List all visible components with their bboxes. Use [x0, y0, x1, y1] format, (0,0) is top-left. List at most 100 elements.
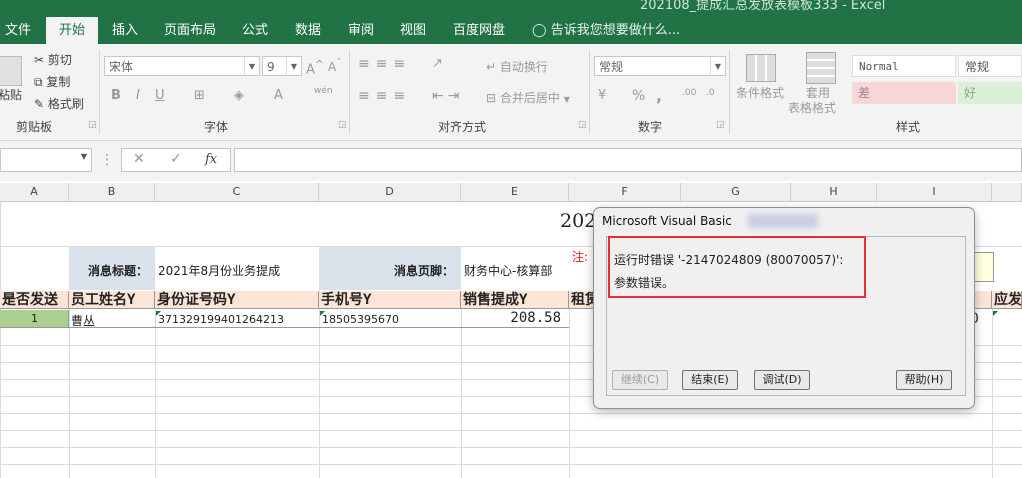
chevron-down-icon: ▼	[710, 57, 725, 75]
grid-icon	[746, 54, 776, 82]
tab-review[interactable]: 审阅	[340, 17, 382, 44]
percent-button[interactable]: %	[632, 88, 645, 104]
header-cell-send[interactable]: 是否发送	[0, 291, 69, 309]
grid-line	[0, 201, 1, 478]
number-launcher-icon[interactable]: ◲	[716, 120, 725, 130]
continue-button[interactable]: 继续(C)	[612, 370, 668, 390]
paste-button[interactable]: 粘贴	[0, 86, 22, 103]
header-cell-phone[interactable]: 手机号Y	[319, 291, 461, 309]
column-header[interactable]: A	[0, 183, 69, 201]
dialog-title: Microsoft Visual Basic	[602, 214, 732, 228]
name-box[interactable]: ▼	[0, 148, 92, 172]
column-header[interactable]: D	[319, 183, 461, 201]
column-header[interactable]: E	[461, 183, 569, 201]
increase-decimal-icon[interactable]: .00	[682, 88, 696, 98]
grid-line	[992, 291, 993, 478]
font-grow-icon[interactable]: A^	[306, 58, 324, 77]
underline-button[interactable]: U	[155, 88, 165, 103]
employee-name-cell[interactable]: 曹丛	[71, 312, 95, 329]
row-seq: 1	[31, 312, 38, 325]
font-size-combo[interactable]: 9 ▼	[262, 56, 302, 76]
column-header[interactable]: B	[69, 183, 155, 201]
conditional-format-button[interactable]: 条件格式	[736, 84, 784, 101]
format-painter-button[interactable]: ✎ 格式刷	[34, 95, 84, 112]
style-good[interactable]: 好	[958, 82, 1022, 104]
lightbulb-icon: ◯	[532, 23, 547, 38]
help-button[interactable]: 帮助(H)	[896, 370, 952, 390]
tab-data[interactable]: 数据	[287, 17, 329, 44]
table-format-icon[interactable]	[806, 52, 836, 84]
header-cell-name[interactable]: 员工姓名Y	[69, 291, 155, 309]
paste-icon[interactable]	[0, 56, 22, 86]
cut-button[interactable]: ✂ 剪切	[34, 51, 72, 68]
fill-color-icon[interactable]: ◈	[234, 88, 244, 103]
number-format-combo[interactable]: 常规 ▼	[594, 56, 726, 76]
brush-icon: ✎	[34, 97, 45, 111]
column-header[interactable]: H	[791, 183, 877, 201]
wrap-text-icon: ↵	[486, 60, 497, 74]
end-button[interactable]: 结束(E)	[682, 370, 738, 390]
style-normal[interactable]: Normal	[852, 55, 956, 77]
style-bad[interactable]: 差	[852, 82, 956, 104]
phonetic-icon[interactable]: wén	[314, 86, 333, 96]
copy-button[interactable]: ⧉ 复制	[34, 73, 70, 90]
grid-line	[0, 447, 1022, 448]
grid-line	[569, 291, 570, 478]
table-format-button-line2[interactable]: 表格格式	[788, 99, 836, 116]
id-number-cell[interactable]: 371329199401264213	[158, 313, 284, 326]
column-header[interactable]: C	[155, 183, 319, 201]
column-header[interactable]: I	[877, 183, 992, 201]
phone-cell[interactable]: 18505395670	[322, 313, 399, 326]
horizontal-align-icons[interactable]: ≡≡≡	[358, 88, 411, 104]
italic-button[interactable]: I	[136, 88, 140, 103]
font-name-combo[interactable]: 宋体 ▼	[104, 56, 260, 76]
error-message-line2: 参数错误。	[614, 276, 675, 290]
font-color-icon[interactable]: A	[274, 88, 283, 103]
indent-icons[interactable]: ⇤⇥	[432, 88, 463, 104]
bold-button[interactable]: B	[111, 88, 121, 103]
header-cell-payable[interactable]: 应发	[992, 291, 1022, 309]
tab-page-layout[interactable]: 页面布局	[158, 17, 222, 44]
grid-line	[0, 413, 1022, 414]
sheet-title: 202	[560, 210, 597, 232]
tab-formulas[interactable]: 公式	[234, 17, 276, 44]
conditional-format-icon[interactable]	[744, 52, 776, 82]
ribbon-separator	[589, 50, 590, 134]
merge-center-button[interactable]: ⊟ 合并后居中 ▼	[486, 89, 570, 106]
decrease-decimal-icon[interactable]: .0	[706, 88, 715, 98]
font-launcher-icon[interactable]: ◲	[338, 120, 347, 130]
font-shrink-icon[interactable]: Aˇ	[328, 58, 341, 74]
orientation-icon[interactable]: ↗	[432, 56, 443, 71]
header-cell-id[interactable]: 身份证号码Y	[155, 291, 319, 309]
tab-file[interactable]: 文件	[0, 17, 36, 44]
merge-icon: ⊟	[486, 91, 497, 105]
message-title-value[interactable]: 2021年8月份业务提成	[158, 262, 280, 279]
tell-me-box[interactable]: ◯ 告诉我您想要做什么...	[532, 17, 680, 44]
clipboard-launcher-icon[interactable]: ◲	[88, 120, 97, 130]
insert-function-button[interactable]: fx	[205, 152, 217, 167]
comma-button[interactable]: ,	[656, 86, 662, 105]
style-regular[interactable]: 常规	[958, 55, 1022, 77]
tab-view[interactable]: 视图	[392, 17, 434, 44]
wrap-text-button[interactable]: ↵ 自动换行	[486, 58, 548, 75]
commission-cell[interactable]: 208.58	[461, 310, 561, 326]
tab-baidu-netdisk[interactable]: 百度网盘	[446, 17, 512, 44]
tab-home[interactable]: 开始	[46, 17, 98, 44]
column-header[interactable]: G	[681, 183, 791, 201]
alignment-group-label: 对齐方式	[438, 120, 487, 134]
chevron-down-icon: ▼	[286, 57, 301, 75]
border-icon[interactable]: ⊞	[194, 88, 205, 103]
cancel-icon[interactable]: ✕	[133, 151, 145, 167]
alignment-launcher-icon[interactable]: ◲	[578, 120, 587, 130]
error-message-line1: 运行时错误 '-2147024809 (80070057)':	[614, 253, 844, 267]
vertical-align-icons[interactable]: ≡≡≡	[358, 56, 411, 72]
enter-icon[interactable]: ✓	[170, 151, 182, 167]
message-footer-value[interactable]: 财务中心-核算部	[464, 262, 552, 279]
column-header[interactable]: F	[569, 183, 681, 201]
currency-button[interactable]: ¥	[598, 88, 606, 103]
tab-insert[interactable]: 插入	[104, 17, 146, 44]
debug-button[interactable]: 调试(D)	[754, 370, 810, 390]
formula-input[interactable]	[234, 148, 1022, 172]
column-header[interactable]	[992, 183, 1022, 201]
header-cell-commission[interactable]: 销售提成Y	[461, 291, 569, 309]
